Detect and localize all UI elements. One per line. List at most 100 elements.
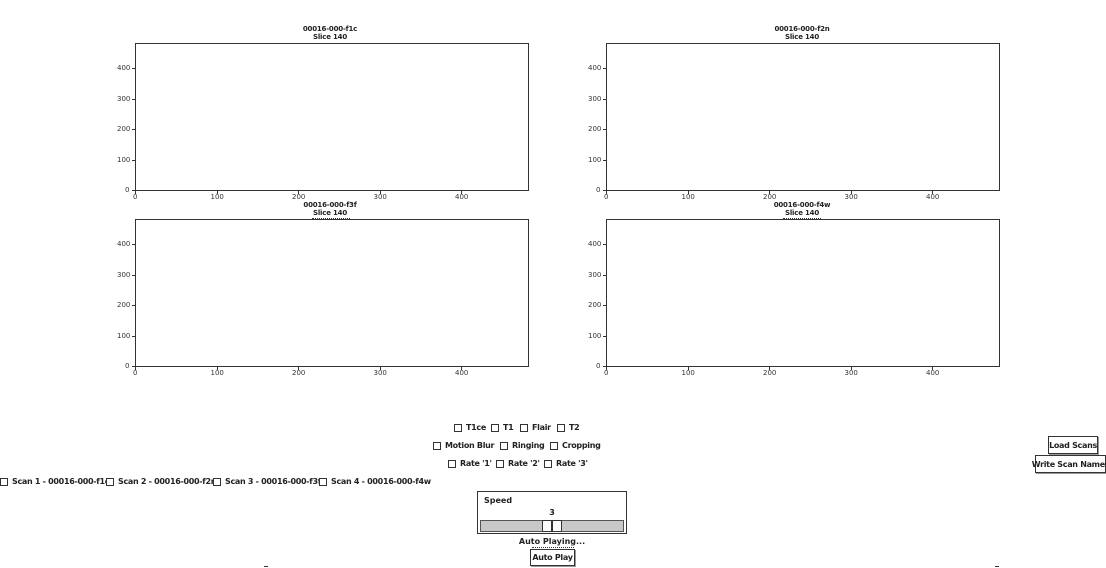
plot-title-top-right: 00016-000-f2n Slice 140: [752, 25, 852, 41]
x-axis-tick-label: 300: [373, 193, 387, 201]
checkbox-box[interactable]: [496, 460, 504, 468]
y-axis-tick: [603, 305, 607, 306]
y-axis-tick: [603, 98, 607, 100]
slider-handle[interactable]: [542, 520, 552, 532]
option-t1[interactable]: T1: [491, 423, 514, 433]
auto-play-button[interactable]: Auto Play: [530, 549, 575, 566]
scan-checkbox-2[interactable]: Scan 2 - 00016-000-f2n: [106, 477, 216, 487]
option-t2[interactable]: T2: [557, 423, 580, 433]
y-axis-tick-label: 100: [117, 331, 131, 340]
y-axis-tick-label: 400: [588, 64, 602, 72]
plot-title-text: 00016-000-f4w: [773, 201, 831, 209]
y-axis-tick-label: 400: [117, 240, 131, 248]
option-cropping[interactable]: Cropping: [550, 441, 601, 451]
plot-subtitle-text: Slice 140: [313, 33, 347, 41]
option-label: Cropping: [562, 441, 601, 450]
y-axis-tick: [132, 335, 136, 337]
plot-area-bottom-left[interactable]: [135, 219, 529, 367]
checkbox-box[interactable]: [544, 460, 552, 468]
y-axis-tick: [132, 159, 136, 161]
y-axis-tick-label: 0: [596, 362, 601, 370]
scan-checkbox-4[interactable]: Scan 4 - 00016-000-f4w: [319, 477, 431, 487]
y-axis-tick: [603, 244, 607, 245]
y-axis-tick-label: 400: [588, 240, 602, 248]
write-scan-names-button[interactable]: Write Scan Names: [1032, 455, 1106, 473]
option-label: T1: [503, 423, 514, 432]
speed-slider[interactable]: [480, 520, 624, 532]
checkbox-box[interactable]: [106, 478, 114, 486]
x-axis-tick-label: 400: [455, 369, 469, 377]
plot-title-bottom-left: 00016-000-f3f Slice 140: [280, 201, 380, 217]
x-axis-tick-label: 100: [210, 369, 224, 377]
y-axis-tick: [603, 335, 607, 337]
option-t1ce[interactable]: T1ce: [454, 423, 486, 433]
y-axis-tick-label: 200: [588, 301, 602, 309]
speed-value: 3: [549, 508, 555, 517]
x-axis-tick-label: 0: [604, 369, 609, 377]
y-axis-tick: [132, 98, 136, 100]
plot-title-text: 00016-000-f3f: [303, 201, 357, 209]
x-axis-tick-label: 300: [373, 369, 387, 377]
plot-area-top-left[interactable]: [135, 43, 529, 191]
checkbox-box[interactable]: [433, 442, 441, 450]
scan-label: Scan 4 - 00016-000-f4w: [331, 477, 431, 486]
load-scans-button[interactable]: Load Scans: [1048, 436, 1098, 454]
plot-title-top-left: 00016-000-f1c Slice 140: [280, 25, 380, 41]
speed-panel: Speed 3: [477, 491, 627, 534]
option-label: Flair: [532, 423, 551, 432]
x-axis-tick-label: 100: [210, 193, 224, 201]
y-axis-tick: [132, 68, 136, 69]
y-axis-tick-label: 300: [117, 94, 131, 103]
checkbox-box[interactable]: [319, 478, 327, 486]
checkbox-box[interactable]: [454, 424, 462, 432]
y-axis-tick: [132, 129, 136, 130]
scan-label: Scan 3 - 00016-000-f3f: [225, 477, 321, 486]
plot-area-top-right[interactable]: [606, 43, 1000, 191]
option-rate-2[interactable]: Rate '2': [496, 459, 540, 469]
y-axis-tick-label: 0: [125, 186, 130, 194]
x-axis-tick-label: 300: [844, 193, 858, 201]
checkbox-box[interactable]: [500, 442, 508, 450]
auto-playing-status: Auto Playing...: [518, 537, 586, 546]
y-axis-tick-label: 100: [117, 155, 131, 164]
x-axis-tick-label: 400: [455, 193, 469, 201]
y-axis-tick-label: 0: [125, 362, 130, 370]
scan-checkbox-1[interactable]: Scan 1 - 00016-000-f1c: [0, 477, 110, 487]
option-label: Rate '3': [556, 459, 588, 468]
checkbox-box[interactable]: [448, 460, 456, 468]
x-axis-tick-label: 0: [133, 193, 138, 201]
checkbox-box[interactable]: [557, 424, 565, 432]
checkbox-box[interactable]: [491, 424, 499, 432]
plot-subtitle-text: Slice 140: [313, 209, 347, 217]
x-axis-tick-label: 200: [763, 193, 777, 201]
checkbox-box[interactable]: [0, 478, 8, 486]
scan-checkbox-3[interactable]: Scan 3 - 00016-000-f3f: [213, 477, 321, 487]
y-axis-tick-label: 200: [117, 301, 131, 309]
y-axis-tick: [603, 159, 607, 161]
option-ringing[interactable]: Ringing: [500, 441, 545, 451]
plot-subtitle-text: Slice 140: [785, 209, 819, 217]
option-label: T1ce: [466, 423, 486, 432]
y-axis-tick-label: 300: [588, 94, 602, 103]
slider-handle[interactable]: [552, 520, 562, 532]
y-axis-tick-label: 300: [117, 270, 131, 279]
option-motion-blur[interactable]: Motion Blur: [433, 441, 494, 451]
checkbox-box[interactable]: [520, 424, 528, 432]
option-rate-3[interactable]: Rate '3': [544, 459, 588, 469]
plot-area-bottom-right[interactable]: [606, 219, 1000, 367]
option-label: Rate '2': [508, 459, 540, 468]
option-rate-1[interactable]: Rate '1': [448, 459, 492, 469]
checkbox-box[interactable]: [550, 442, 558, 450]
option-label: Motion Blur: [445, 441, 495, 450]
plot-subtitle-text: Slice 140: [785, 33, 819, 41]
y-axis-tick: [132, 190, 136, 191]
checkbox-box[interactable]: [213, 478, 221, 486]
x-axis-tick-label: 300: [844, 369, 858, 377]
y-axis-tick: [132, 366, 136, 367]
x-axis-tick-label: 100: [681, 369, 695, 377]
title-divider: [312, 218, 350, 219]
option-flair[interactable]: Flair: [520, 423, 551, 433]
speed-label: Speed: [484, 496, 513, 505]
status-divider: [532, 547, 574, 548]
scan-label: Scan 2 - 00016-000-f2n: [118, 477, 217, 486]
